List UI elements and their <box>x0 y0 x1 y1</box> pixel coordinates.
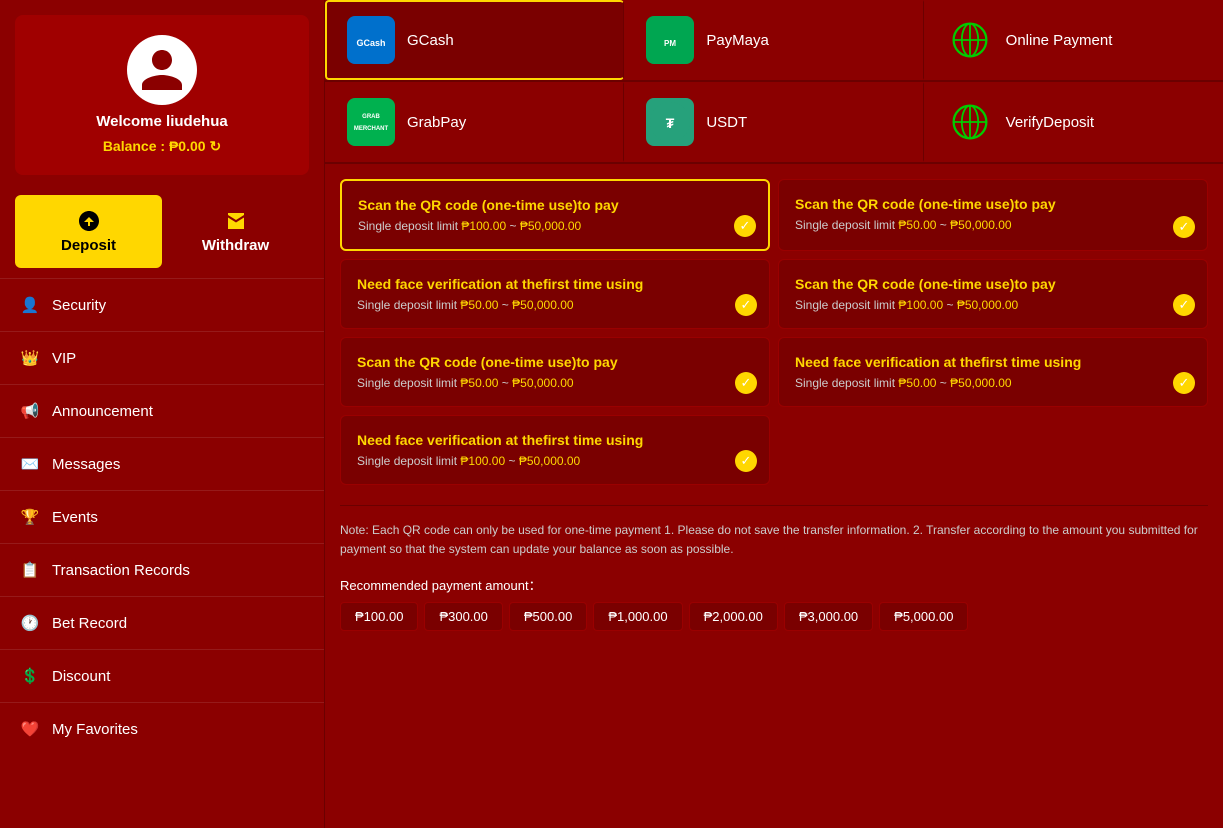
balance-display: Balance : ₱0.00 ↻ <box>103 138 221 155</box>
recommended-label: Recommended payment amount： <box>325 569 1223 598</box>
balance-value: ₱0.00 <box>169 138 206 154</box>
sidebar-item-security[interactable]: 👤 Security <box>0 278 324 331</box>
amount-btn-4[interactable]: ₱2,000.00 <box>689 602 778 631</box>
refresh-icon[interactable]: ↻ <box>209 138 221 154</box>
svg-text:GCash: GCash <box>356 38 385 48</box>
amount-btn-6[interactable]: ₱5,000.00 <box>879 602 968 631</box>
amount-btn-0[interactable]: ₱100.00 <box>340 602 418 631</box>
payment-methods-row2: GRAB MERCHANT GrabPay ₮ USDT <box>325 82 1223 164</box>
payment-method-paymaya[interactable]: PM PayMaya <box>624 0 923 80</box>
gcash-logo: GCash <box>347 16 395 64</box>
amount-btn-3[interactable]: ₱1,000.00 <box>593 602 682 631</box>
deposit-option-5-title: Need face verification at thefirst time … <box>795 354 1191 370</box>
deposit-option-3-title: Scan the QR code (one-time use)to pay <box>795 276 1191 292</box>
paymaya-label: PayMaya <box>706 32 769 49</box>
deposit-option-1-limit: Single deposit limit ₱50.00 ~ ₱50,000.00 <box>795 218 1191 232</box>
deposit-withdraw-toggle: Deposit Withdraw <box>15 195 309 268</box>
svg-text:GRAB: GRAB <box>362 114 380 120</box>
deposit-option-4-limit: Single deposit limit ₱50.00 ~ ₱50,000.00 <box>357 376 753 390</box>
usdt-logo: ₮ <box>646 98 694 146</box>
sidebar-item-messages[interactable]: ✉️ Messages <box>0 437 324 490</box>
amount-btn-5[interactable]: ₱3,000.00 <box>784 602 873 631</box>
section-divider <box>340 505 1208 506</box>
deposit-option-0-title: Scan the QR code (one-time use)to pay <box>358 197 752 213</box>
deposit-option-1[interactable]: Scan the QR code (one-time use)to pay Si… <box>778 179 1208 251</box>
gcash-label: GCash <box>407 32 454 49</box>
sidebar-item-vip[interactable]: 👑 VIP <box>0 331 324 384</box>
deposit-option-6-limit: Single deposit limit ₱100.00 ~ ₱50,000.0… <box>357 454 753 468</box>
selected-check-3: ✓ <box>1173 294 1195 316</box>
selected-check-5: ✓ <box>1173 372 1195 394</box>
deposit-option-2[interactable]: Need face verification at thefirst time … <box>340 259 770 329</box>
selected-check-2: ✓ <box>735 294 757 316</box>
sidebar-item-announcement[interactable]: 📢 Announcement <box>0 384 324 437</box>
favorites-icon: ❤️ <box>20 719 40 739</box>
payment-methods-row1: GCash GCash PM PayMaya <box>325 0 1223 82</box>
messages-icon: ✉️ <box>20 454 40 474</box>
grabpay-logo: GRAB MERCHANT <box>347 98 395 146</box>
deposit-option-0-limit: Single deposit limit ₱100.00 ~ ₱50,000.0… <box>358 219 752 233</box>
amount-btn-1[interactable]: ₱300.00 <box>424 602 502 631</box>
sidebar-item-discount[interactable]: 💲 Discount <box>0 649 324 702</box>
deposit-option-5[interactable]: Need face verification at thefirst time … <box>778 337 1208 407</box>
deposit-option-0[interactable]: Scan the QR code (one-time use)to pay Si… <box>340 179 770 251</box>
payment-method-grabpay[interactable]: GRAB MERCHANT GrabPay <box>325 82 624 162</box>
deposit-option-5-limit: Single deposit limit ₱50.00 ~ ₱50,000.00 <box>795 376 1191 390</box>
main-content: GCash GCash PM PayMaya <box>325 0 1223 828</box>
avatar <box>127 35 197 105</box>
deposit-option-3[interactable]: Scan the QR code (one-time use)to pay Si… <box>778 259 1208 329</box>
welcome-text: Welcome liudehua <box>96 113 227 130</box>
verify-deposit-label: VerifyDeposit <box>1006 114 1094 131</box>
deposit-option-6-title: Need face verification at thefirst time … <box>357 432 753 448</box>
discount-icon: 💲 <box>20 666 40 686</box>
paymaya-logo: PM <box>646 16 694 64</box>
deposit-option-2-title: Need face verification at thefirst time … <box>357 276 753 292</box>
svg-text:PM: PM <box>664 39 676 48</box>
deposit-option-4[interactable]: Scan the QR code (one-time use)to pay Si… <box>340 337 770 407</box>
svg-text:MERCHANT: MERCHANT <box>354 126 389 132</box>
online-payment-logo <box>946 16 994 64</box>
user-card: Welcome liudehua Balance : ₱0.00 ↻ <box>15 15 309 175</box>
sidebar: Welcome liudehua Balance : ₱0.00 ↻ Depos… <box>0 0 325 828</box>
payment-method-gcash[interactable]: GCash GCash <box>325 0 624 80</box>
deposit-option-2-limit: Single deposit limit ₱50.00 ~ ₱50,000.00 <box>357 298 753 312</box>
payment-method-online[interactable]: Online Payment <box>924 0 1223 80</box>
bet-icon: 🕐 <box>20 613 40 633</box>
verify-logo <box>946 98 994 146</box>
announcement-icon: 📢 <box>20 401 40 421</box>
selected-check-1: ✓ <box>1173 216 1195 238</box>
security-icon: 👤 <box>20 295 40 315</box>
deposit-option-3-limit: Single deposit limit ₱100.00 ~ ₱50,000.0… <box>795 298 1191 312</box>
deposit-option-1-title: Scan the QR code (one-time use)to pay <box>795 196 1191 212</box>
withdraw-button[interactable]: Withdraw <box>162 195 309 268</box>
note-text: Note: Each QR code can only be used for … <box>340 523 1198 556</box>
sidebar-menu: 👤 Security 👑 VIP 📢 Announcement ✉️ Messa… <box>0 278 324 755</box>
amount-btn-2[interactable]: ₱500.00 <box>509 602 587 631</box>
sidebar-item-bet-record[interactable]: 🕐 Bet Record <box>0 596 324 649</box>
deposit-options-grid: Scan the QR code (one-time use)to pay Si… <box>325 164 1223 500</box>
payment-method-verify[interactable]: VerifyDeposit <box>924 82 1223 162</box>
deposit-button[interactable]: Deposit <box>15 195 162 268</box>
recommended-amounts: ₱100.00 ₱300.00 ₱500.00 ₱1,000.00 ₱2,000… <box>325 598 1223 641</box>
note-section: Note: Each QR code can only be used for … <box>325 511 1223 569</box>
usdt-label: USDT <box>706 114 747 131</box>
transaction-icon: 📋 <box>20 560 40 580</box>
deposit-option-6[interactable]: Need face verification at thefirst time … <box>340 415 770 485</box>
vip-icon: 👑 <box>20 348 40 368</box>
selected-check-6: ✓ <box>735 450 757 472</box>
payment-method-usdt[interactable]: ₮ USDT <box>624 82 923 162</box>
online-payment-label: Online Payment <box>1006 32 1113 49</box>
events-icon: 🏆 <box>20 507 40 527</box>
sidebar-item-events[interactable]: 🏆 Events <box>0 490 324 543</box>
svg-text:₮: ₮ <box>666 115 675 131</box>
sidebar-item-favorites[interactable]: ❤️ My Favorites <box>0 702 324 755</box>
grabpay-label: GrabPay <box>407 114 466 131</box>
deposit-option-4-title: Scan the QR code (one-time use)to pay <box>357 354 753 370</box>
selected-check-4: ✓ <box>735 372 757 394</box>
selected-check-0: ✓ <box>734 215 756 237</box>
sidebar-item-transaction-records[interactable]: 📋 Transaction Records <box>0 543 324 596</box>
